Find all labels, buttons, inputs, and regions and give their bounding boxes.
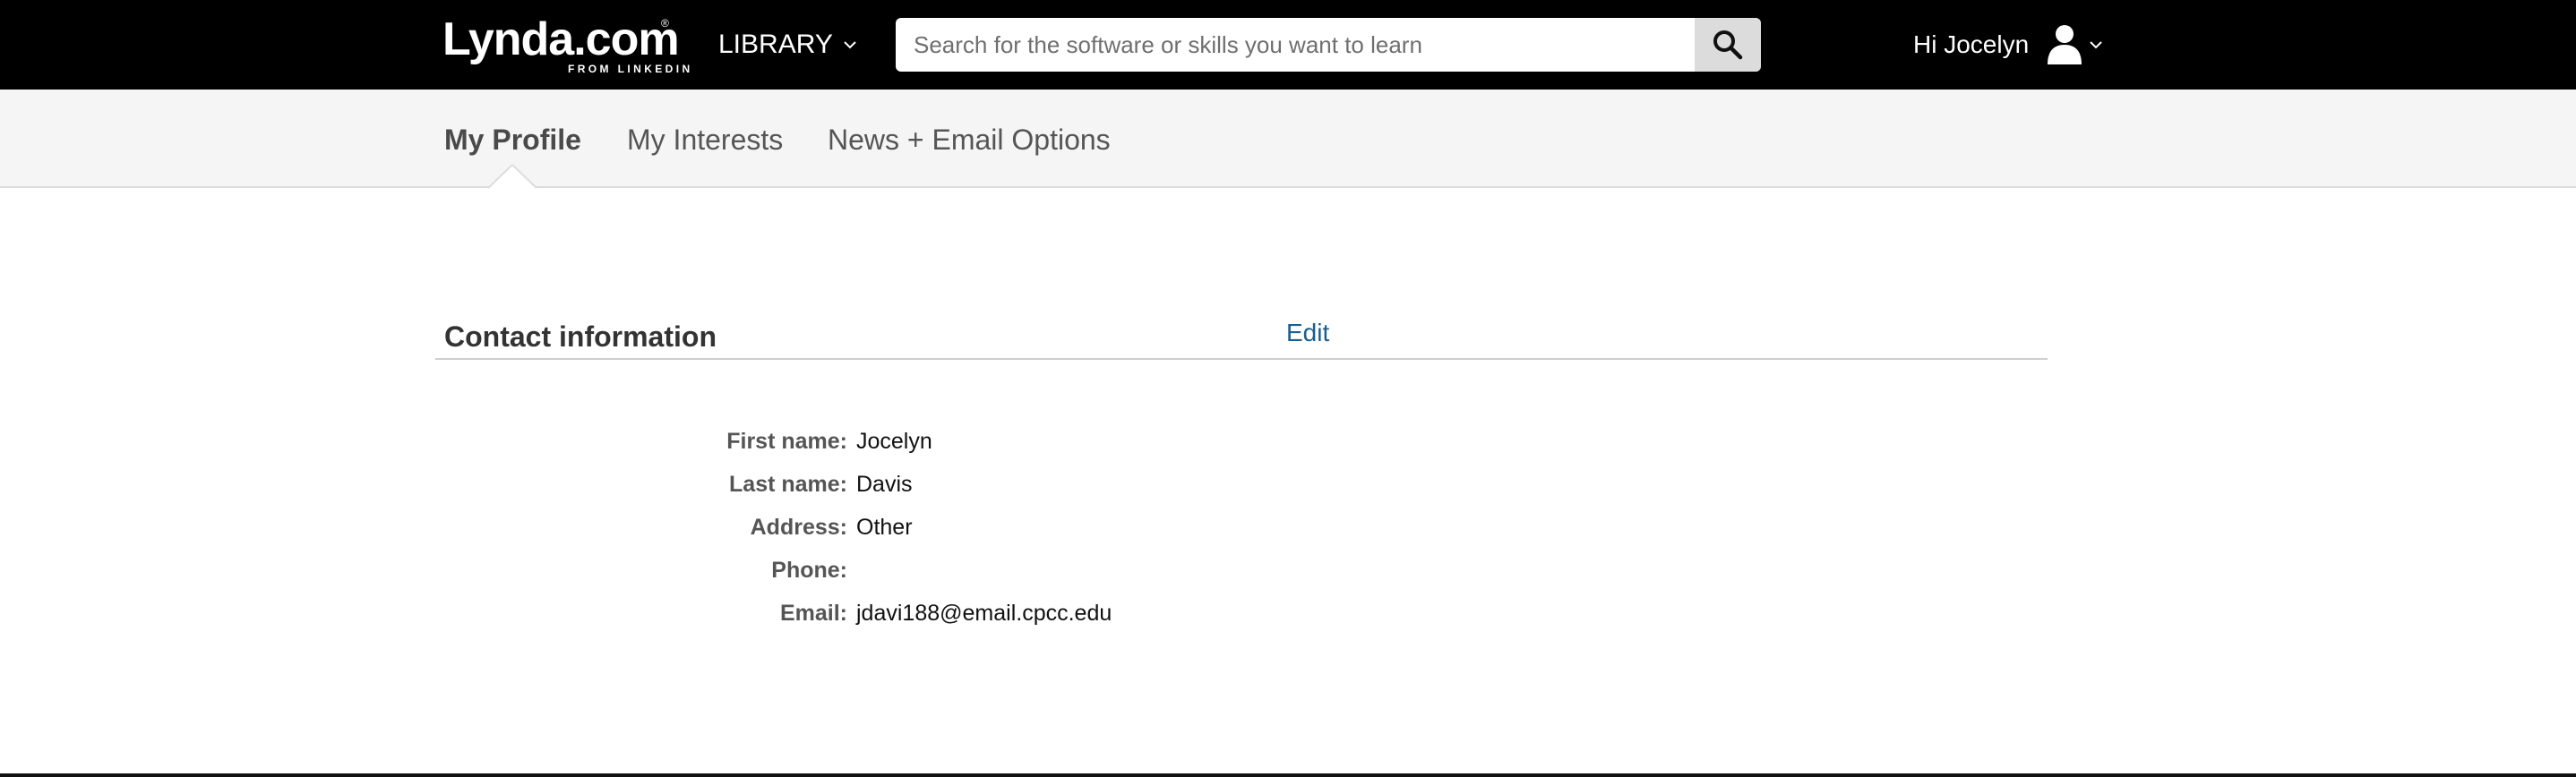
- lynda-logo[interactable]: Lynda.com ® FROM LINKEDIN: [442, 14, 690, 75]
- tab-my-profile[interactable]: My Profile: [444, 122, 581, 158]
- address-label: Address:: [750, 514, 847, 540]
- email-value: jdavi188@email.cpcc.edu: [856, 600, 1112, 626]
- first-name-label: First name:: [726, 428, 847, 454]
- logo-tagline: FROM LINKEDIN: [568, 63, 693, 75]
- section-divider: [435, 358, 2048, 360]
- user-greeting: Hi Jocelyn: [1913, 30, 2030, 58]
- address-value: Other: [856, 514, 913, 540]
- address-row: Address: Other: [627, 511, 913, 543]
- search-button[interactable]: [1695, 18, 1761, 72]
- tab-news-email-options[interactable]: News + Email Options: [828, 122, 1111, 158]
- last-name-row: Last name: Davis: [627, 468, 913, 500]
- last-name-value: Davis: [856, 471, 913, 497]
- user-icon: [2048, 25, 2082, 64]
- active-tab-indicator: [488, 165, 537, 189]
- library-label: LIBRARY: [718, 30, 833, 59]
- search-input[interactable]: [896, 18, 1695, 72]
- logo-wordmark: Lynda.com: [442, 13, 680, 65]
- search-bar: [896, 18, 1761, 72]
- profile-tabs-bar: My Profile My Interests News + Email Opt…: [0, 90, 2576, 188]
- first-name-value: Jocelyn: [856, 428, 932, 454]
- phone-row: Phone:: [627, 554, 856, 586]
- last-name-label: Last name:: [729, 471, 847, 497]
- email-label: Email:: [779, 600, 847, 626]
- tab-my-interests[interactable]: My Interests: [627, 122, 783, 158]
- top-navigation-bar: Lynda.com ® FROM LINKEDIN LIBRARY Hi Joc…: [0, 0, 2576, 90]
- page-bottom-border: [0, 773, 2576, 777]
- search-icon: [1713, 30, 1743, 60]
- phone-label: Phone:: [771, 557, 847, 583]
- library-menu-button[interactable]: LIBRARY: [718, 27, 858, 63]
- contact-information-heading: Contact information: [444, 320, 717, 353]
- user-account-menu[interactable]: [2046, 21, 2108, 68]
- edit-contact-link[interactable]: Edit: [1286, 319, 1329, 347]
- chevron-down-icon: [2090, 41, 2102, 49]
- email-row: Email: jdavi188@email.cpcc.edu: [627, 597, 1112, 629]
- chevron-down-icon: [844, 41, 856, 49]
- first-name-row: First name: Jocelyn: [627, 425, 932, 457]
- logo-registered-mark: ®: [661, 17, 669, 30]
